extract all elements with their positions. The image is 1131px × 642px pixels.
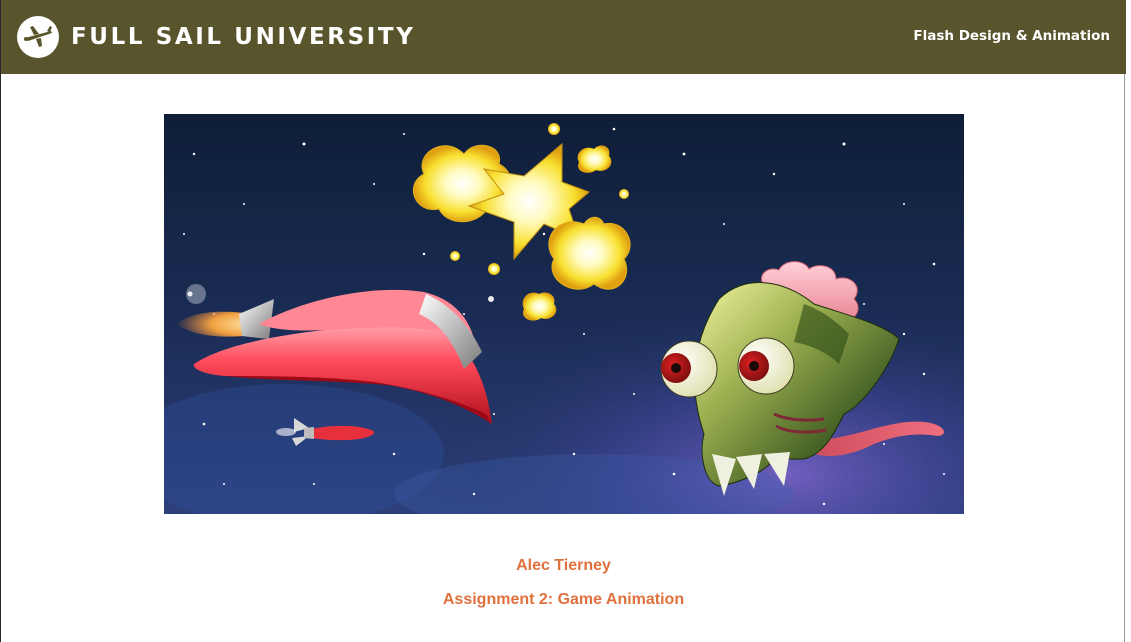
hero-space-illustration — [164, 114, 964, 514]
trademark-symbol: ™ — [356, 38, 363, 46]
brand-name[interactable]: FULL SAIL UNIVERSITY — [71, 22, 415, 52]
program-name: Flash Design & Animation — [913, 28, 1110, 44]
site-header: FULL SAIL UNIVERSITY ™ Flash Design & An… — [1, 0, 1126, 74]
airplane-logo-icon[interactable] — [17, 16, 59, 58]
assignment-title: Assignment 2: Game Animation — [442, 591, 685, 608]
student-name: Alec Tierney — [516, 557, 611, 574]
page-frame: FULL SAIL UNIVERSITY ™ Flash Design & An… — [0, 0, 1126, 642]
